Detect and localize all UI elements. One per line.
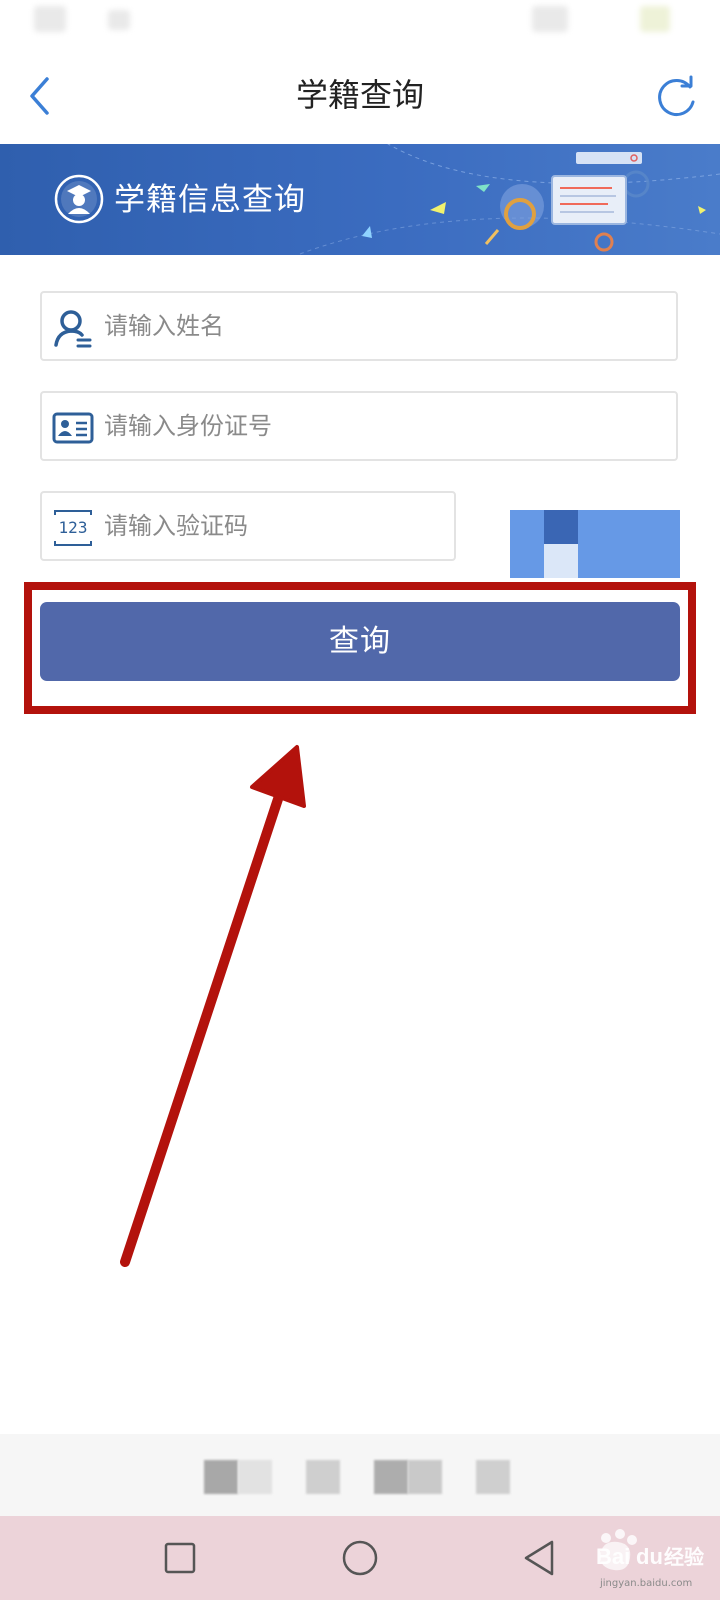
recent-apps-button[interactable] [156, 1534, 204, 1582]
annotation-arrow [120, 745, 306, 1267]
square-icon [164, 1542, 196, 1574]
triangle-back-icon [524, 1540, 554, 1576]
footer-blur [374, 1460, 408, 1494]
svg-text:经验: 经验 [664, 1545, 704, 1569]
system-back-button[interactable] [518, 1534, 566, 1582]
svg-text:du: du [636, 1544, 663, 1569]
footer-blur [306, 1460, 340, 1494]
footer-blur [476, 1460, 510, 1494]
footer-blur [408, 1460, 442, 1494]
footer-strip [0, 1434, 720, 1516]
footer-blur [238, 1460, 272, 1494]
circle-icon [342, 1540, 378, 1576]
footer-blur [204, 1460, 238, 1494]
svg-text:Bai: Bai [596, 1544, 630, 1569]
home-button[interactable] [336, 1534, 384, 1582]
system-nav-bar: Bai du 经验 jingyan.baidu.com [0, 1516, 720, 1600]
watermark-text: jingyan.baidu.com [600, 1578, 693, 1589]
